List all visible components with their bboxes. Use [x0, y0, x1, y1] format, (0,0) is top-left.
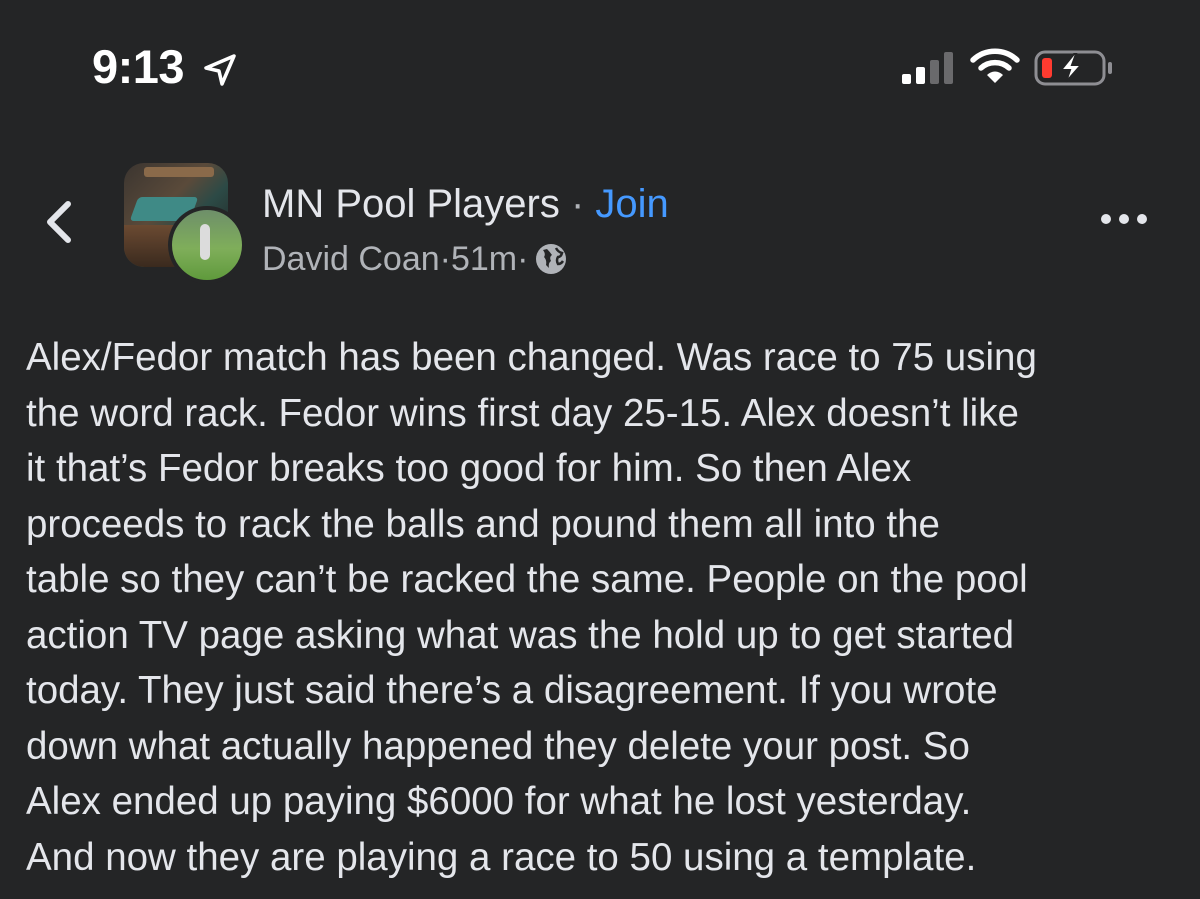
post-line: it that’s Fedor breaks too good for him.…	[26, 447, 912, 490]
post-line: down what actually happened they delete …	[26, 724, 970, 768]
cellular-signal-icon	[902, 52, 953, 84]
more-dots-icon	[1101, 214, 1111, 224]
group-title-line: MN Pool Players · Join	[262, 178, 669, 230]
post-line: Alex ended up paying $6000 for what he l…	[26, 780, 972, 823]
author-avatar[interactable]	[168, 206, 246, 284]
person-figure	[200, 224, 210, 260]
post-line: Alex/Fedor match has been changed. Was r…	[26, 336, 1037, 379]
separator: ·	[517, 240, 529, 278]
back-button[interactable]	[38, 198, 78, 246]
wifi-icon	[970, 48, 1020, 83]
post-line: the word rack. Fedor wins first day 25-1…	[26, 391, 1019, 435]
location-arrow-icon	[204, 54, 236, 86]
post-line: action TV page asking what was the hold …	[26, 613, 1015, 657]
facebook-post-screen: 9:13 MN Pool Players · Join David Coan ·	[0, 0, 1200, 899]
separator: ·	[439, 240, 451, 278]
pool-table-light	[144, 167, 214, 177]
group-name-link[interactable]: MN Pool Players	[262, 182, 560, 226]
post-line: table so they can’t be racked the same. …	[26, 558, 1028, 601]
post-meta: David Coan · 51m ·	[262, 236, 568, 282]
post-time[interactable]: 51m	[451, 236, 517, 282]
globe-icon	[536, 244, 567, 274]
chevron-left-icon	[47, 201, 71, 243]
author-name-link[interactable]: David Coan	[262, 236, 440, 282]
join-button[interactable]: Join	[595, 182, 668, 226]
post-line: today. They just said there’s a disagree…	[26, 669, 998, 712]
post-line: proceeds to rack the balls and pound the…	[26, 502, 940, 546]
separator: ·	[559, 182, 596, 226]
post-line: And now they are playing a race to 50 us…	[26, 835, 977, 879]
battery-charging-icon	[1034, 50, 1112, 86]
status-time: 9:13	[92, 40, 185, 93]
more-options-button[interactable]	[1098, 204, 1150, 234]
post-text: Alex/Fedor match has been changed. Was r…	[26, 330, 1176, 885]
